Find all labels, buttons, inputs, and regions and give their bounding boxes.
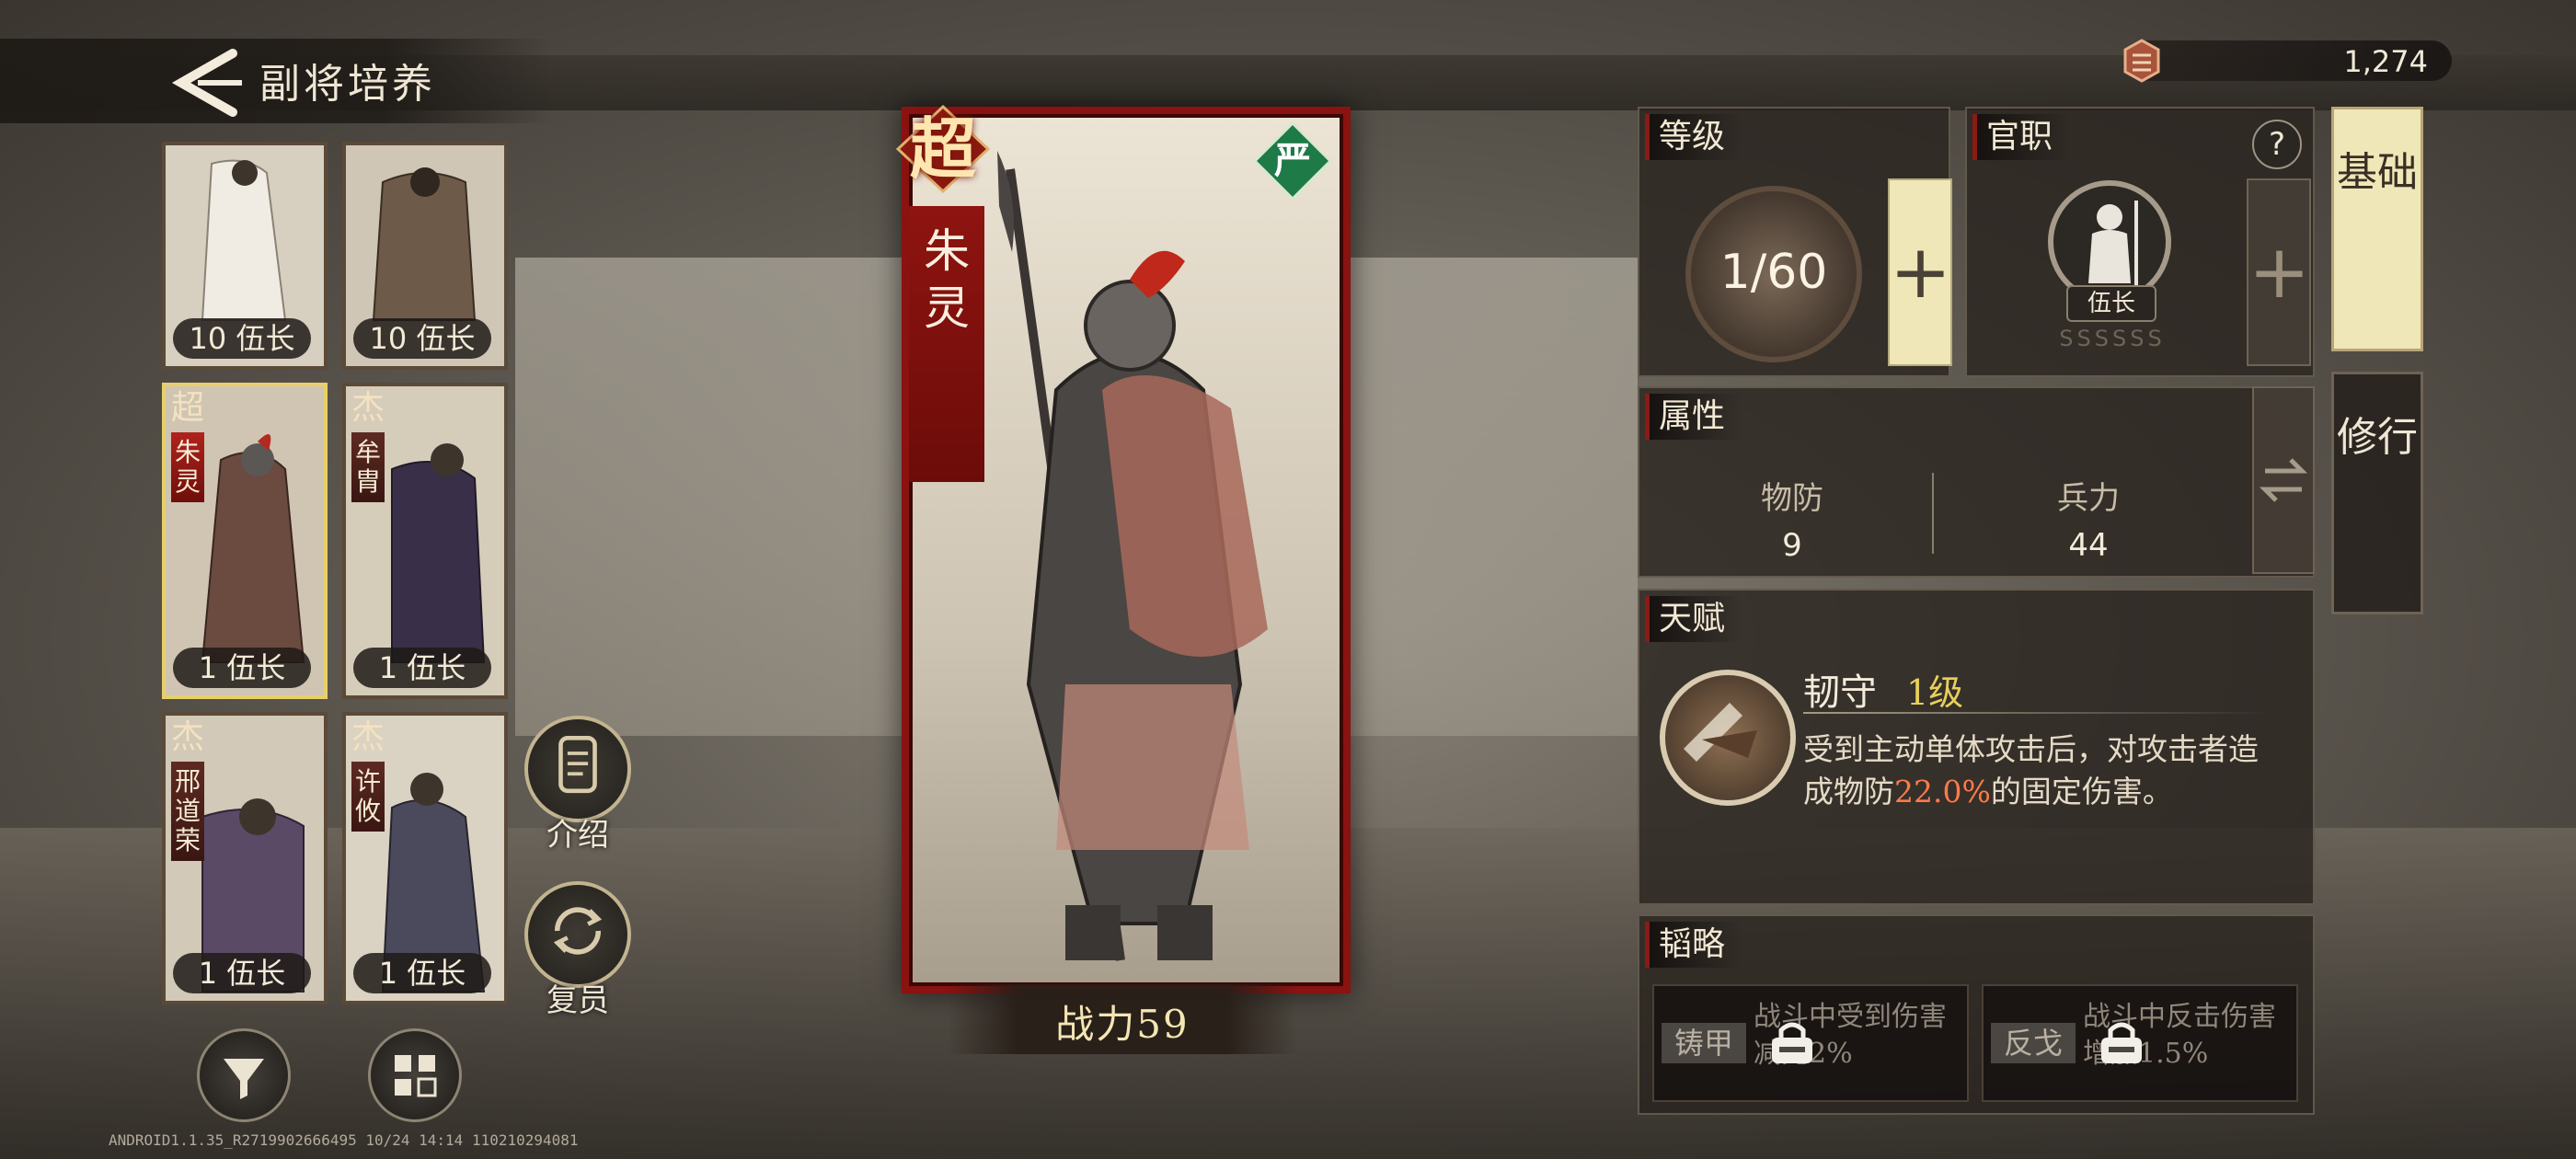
filter-button[interactable] <box>197 1028 291 1122</box>
help-button[interactable]: ? <box>2252 120 2302 169</box>
hero-card[interactable]: 杰 邢道荣 1 伍长 <box>162 712 328 1004</box>
hero-card-level: 10 伍长 <box>353 318 491 359</box>
hero-card-level: 10 伍长 <box>173 318 311 359</box>
hero-card-name: 邢道荣 <box>171 762 204 861</box>
swap-attributes-button[interactable] <box>2252 386 2315 574</box>
hero-card[interactable]: 杰 牟胄 1 伍长 <box>342 383 508 699</box>
back-button[interactable] <box>161 46 244 120</box>
hero-card[interactable]: 10 伍长 <box>162 142 328 370</box>
hero-card-tier: 超 <box>170 389 204 427</box>
stat-value: 9 <box>1782 527 1802 564</box>
reset-label: 复员 <box>546 982 609 1019</box>
curtain-right <box>1325 258 1638 736</box>
refresh-icon <box>524 881 631 988</box>
talent-name: 韧守 <box>1803 671 1877 714</box>
rank-label: 伍长 <box>2066 285 2156 322</box>
strategy-panel-title: 韬略 <box>1645 922 1742 968</box>
hero-card-name: 朱灵 <box>171 432 204 502</box>
tab-basic[interactable]: 基础 <box>2331 107 2423 351</box>
hero-card-tier: 杰 <box>170 718 204 756</box>
divider <box>1803 712 2272 714</box>
page-title: 副将培养 <box>259 61 436 108</box>
power-bar: 战力59 <box>948 984 1297 1054</box>
hero-card-level: 1 伍长 <box>173 953 311 993</box>
talent-desc-highlight: 22.0% <box>1894 774 1991 809</box>
level-panel-title: 等级 <box>1645 114 1742 160</box>
swap-arrows-icon <box>2259 458 2308 502</box>
hero-card-tier: 杰 <box>351 389 385 427</box>
currency-display: 1,274 <box>2123 39 2452 83</box>
rank-stars: SSSSSS <box>2059 326 2166 351</box>
strategy-slot[interactable]: 反戈 战斗中反击伤害增加1.5% <box>1982 984 2298 1102</box>
talent-panel-title: 天赋 <box>1645 596 1742 642</box>
hero-portrait-frame: 朱灵 超 严 <box>895 104 1351 993</box>
lock-icon <box>1772 1022 1812 1063</box>
hero-card-tier: 杰 <box>351 718 385 756</box>
version-text: ANDROID1.1.35_R2719902666495 10/24 14:14… <box>109 1131 579 1149</box>
hero-card-level: 1 伍长 <box>353 953 491 993</box>
stat-name: 兵力 <box>2057 480 2120 517</box>
rank-panel-title: 官职 <box>1972 114 2070 160</box>
strategy-slot[interactable]: 铸甲 战斗中受到伤害减免2% <box>1652 984 1969 1102</box>
hero-card-selected[interactable]: 超 朱灵 1 伍长 <box>162 383 328 699</box>
plus-icon: + <box>1890 229 1952 315</box>
hero-card-name: 牟胄 <box>351 432 385 502</box>
stat-physical-defense: 物防 9 <box>1700 473 1884 564</box>
hero-name: 朱灵 <box>909 206 984 482</box>
strategy-name: 反戈 <box>1991 1023 2076 1063</box>
talent-desc-text: 的固定伤害。 <box>1990 774 2173 809</box>
currency-icon <box>2123 39 2160 83</box>
rank-up-button[interactable]: + <box>2247 178 2311 366</box>
grid-icon <box>395 1055 437 1097</box>
intro-button[interactable]: 介绍 <box>523 716 633 855</box>
intro-label: 介绍 <box>546 817 609 854</box>
level-ring: 1/60 <box>1685 186 1862 362</box>
stat-troops: 兵力 44 <box>1996 473 2180 564</box>
hero-tier-badge: 超 <box>892 103 994 195</box>
rank-panel: 官职 ? 伍长 SSSSSS + <box>1965 107 2315 377</box>
hero-card-level: 1 伍长 <box>353 648 491 688</box>
stat-name: 物防 <box>1761 480 1823 517</box>
currency-value: 1,274 <box>2343 44 2428 79</box>
attributes-panel: 属性 物防 9 兵力 44 <box>1638 386 2315 578</box>
filter-icon <box>224 1059 264 1099</box>
lock-icon <box>2101 1022 2142 1063</box>
hero-card[interactable]: 杰 许攸 1 伍长 <box>342 712 508 1004</box>
divider <box>1932 473 1934 554</box>
tab-training[interactable]: 修行 <box>2331 372 2423 614</box>
hero-rank-badge: 严 <box>1251 120 1334 202</box>
curtain-left <box>515 258 938 736</box>
hero-card-level: 1 伍长 <box>173 648 311 688</box>
power-value: 战力59 <box>1055 1002 1190 1047</box>
talent-description: 受到主动单体攻击后，对攻击者造成物防22.0%的固定伤害。 <box>1803 729 2274 813</box>
level-value: 1/60 <box>1719 245 1828 300</box>
grid-view-button[interactable] <box>368 1028 462 1122</box>
hero-card-name: 许攸 <box>351 762 385 832</box>
back-arrow-icon <box>171 49 242 117</box>
stat-value: 44 <box>2068 527 2109 564</box>
talent-panel: 天赋 韧守 1级 受到主动单体攻击后，对攻击者造成物防22.0%的固定伤害。 <box>1638 589 2315 905</box>
hero-card[interactable]: 10 伍长 <box>342 142 508 370</box>
talent-skill-icon[interactable] <box>1660 670 1796 806</box>
level-up-button[interactable]: + <box>1888 178 1952 366</box>
scroll-icon <box>524 716 631 822</box>
attributes-panel-title: 属性 <box>1645 394 1742 440</box>
hero-badge-text: 严 <box>1274 139 1311 182</box>
level-panel: 等级 1/60 + <box>1638 107 1952 377</box>
hero-tier-text: 超 <box>909 109 976 188</box>
reset-button[interactable]: 复员 <box>523 881 633 1020</box>
strategy-panel: 韬略 铸甲 战斗中受到伤害减免2% 反戈 战斗中反击伤害增加1.5% <box>1638 914 2315 1115</box>
strategy-name: 铸甲 <box>1662 1023 1746 1063</box>
talent-level: 1级 <box>1906 672 1964 713</box>
plus-icon: + <box>2248 229 2311 315</box>
